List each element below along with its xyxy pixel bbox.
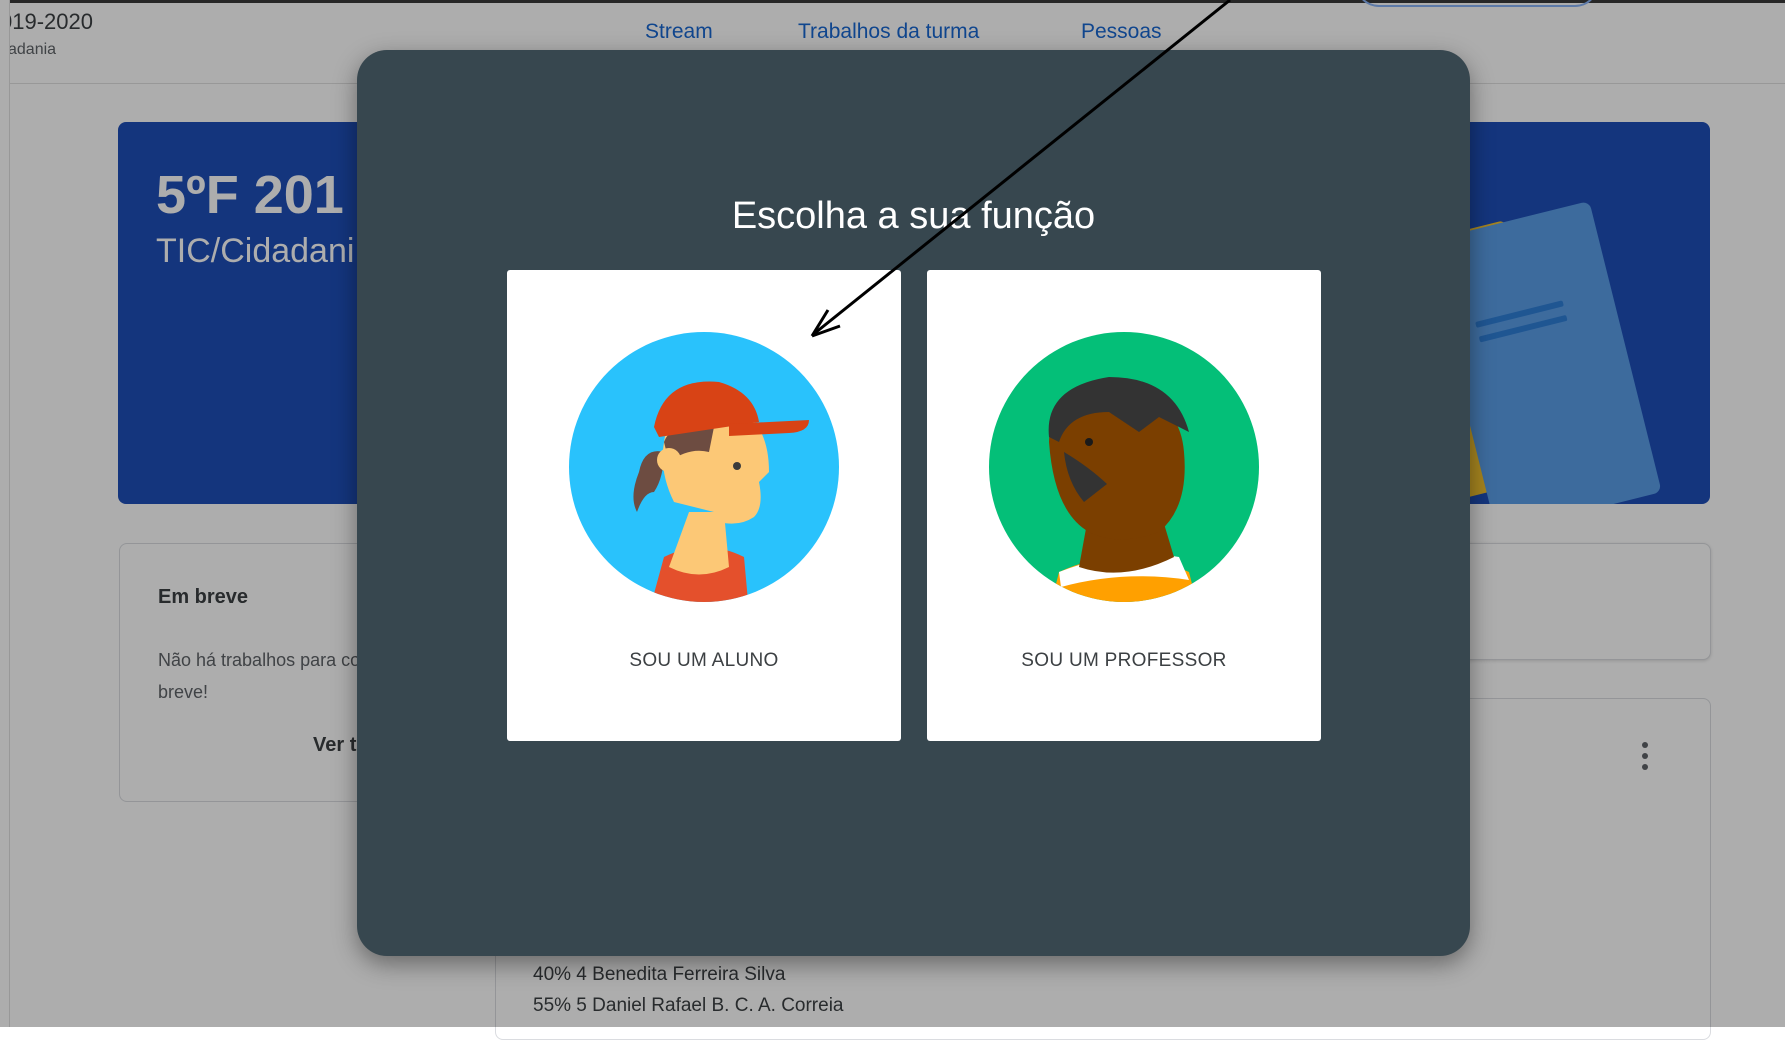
- teacher-role-card[interactable]: SOU UM PROFESSOR: [927, 270, 1321, 741]
- role-dialog: Escolha a sua função SOU UM ALUNO SOU UM…: [357, 50, 1470, 956]
- teacher-role-label: SOU UM PROFESSOR: [1021, 650, 1227, 671]
- student-role-card[interactable]: SOU UM ALUNO: [507, 270, 901, 741]
- dialog-title: Escolha a sua função: [731, 195, 1096, 237]
- student-avatar-icon: [569, 332, 839, 602]
- teacher-avatar-icon: [989, 332, 1259, 602]
- student-role-label: SOU UM ALUNO: [629, 650, 779, 671]
